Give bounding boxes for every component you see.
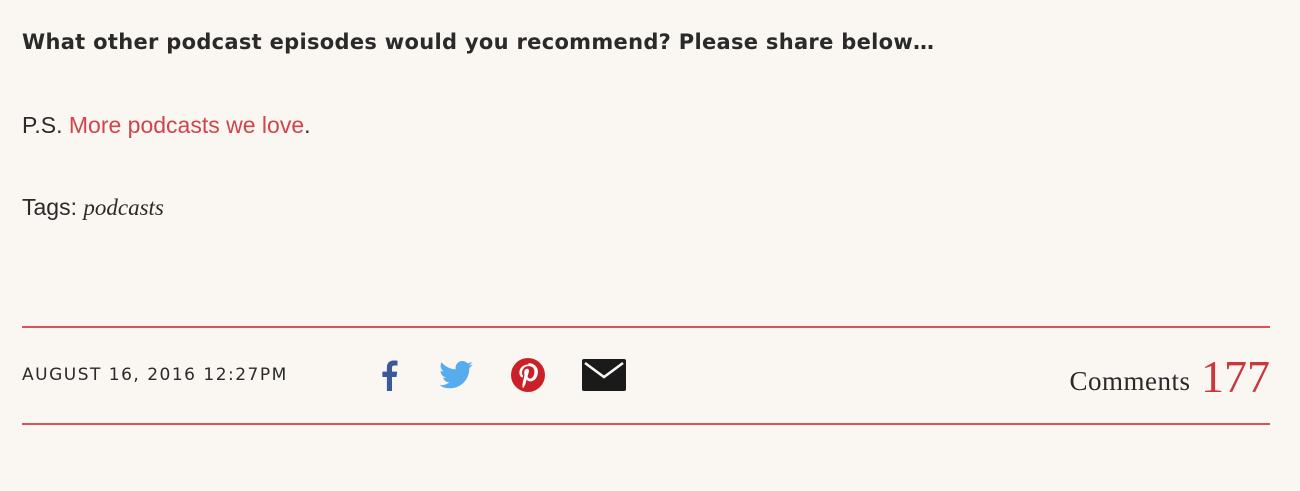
pinterest-icon	[511, 358, 545, 392]
comments-count: 177	[1201, 351, 1270, 402]
tag-link-podcasts[interactable]: podcasts	[83, 195, 164, 220]
post-question: What other podcast episodes would you re…	[22, 30, 935, 54]
comments-link[interactable]: Comments 177	[1070, 350, 1270, 403]
tags-line: Tags: podcasts	[22, 194, 164, 221]
tags-label: Tags:	[22, 194, 84, 220]
footer-bottom-divider	[22, 423, 1270, 425]
facebook-icon	[382, 360, 398, 391]
share-email-button[interactable]	[580, 355, 628, 395]
more-podcasts-link[interactable]: More podcasts we love	[69, 112, 304, 138]
ps-line: P.S. More podcasts we love.	[22, 112, 311, 139]
comments-label: Comments	[1069, 366, 1191, 396]
share-twitter-button[interactable]	[436, 355, 476, 395]
twitter-icon	[439, 361, 473, 389]
ps-suffix: .	[304, 112, 311, 138]
footer-top-divider	[22, 326, 1270, 328]
ps-prefix: P.S.	[22, 112, 69, 138]
share-pinterest-button[interactable]	[508, 355, 548, 395]
share-facebook-button[interactable]	[372, 355, 406, 395]
email-icon	[582, 359, 626, 391]
post-date: AUGUST 16, 2016 12:27PM	[22, 365, 288, 385]
